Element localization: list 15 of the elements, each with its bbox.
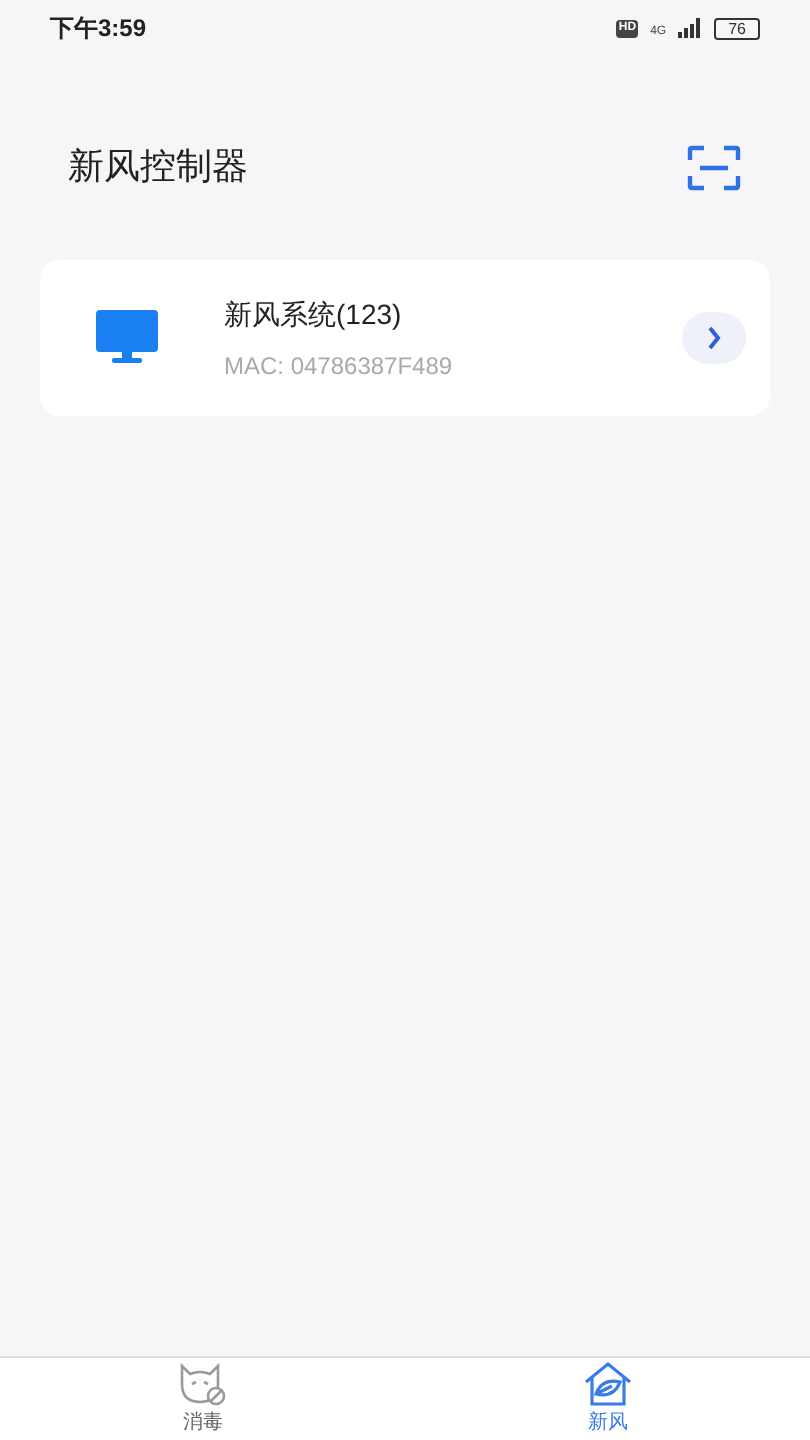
monitor-icon — [96, 310, 158, 366]
house-leaf-icon — [581, 1360, 634, 1408]
page-title: 新风控制器 — [68, 144, 248, 190]
device-name: 新风系统(123) — [224, 295, 404, 334]
device-card[interactable]: 新风系统(123) MAC: 04786387F489 — [40, 260, 770, 416]
device-mac: MAC: 04786387F489 — [224, 349, 455, 383]
open-device-button[interactable] — [682, 312, 746, 364]
nav-tab[interactable]: 新风 — [405, 1358, 810, 1440]
nav-tab[interactable]: 消毒 — [0, 1358, 405, 1440]
scan-icon — [686, 143, 742, 191]
signal-icon — [678, 18, 703, 38]
chevron-right-icon — [706, 326, 722, 350]
status-time: 下午3:59 — [50, 12, 147, 46]
battery-indicator: 76 — [714, 17, 760, 39]
scan-button[interactable] — [686, 143, 742, 191]
